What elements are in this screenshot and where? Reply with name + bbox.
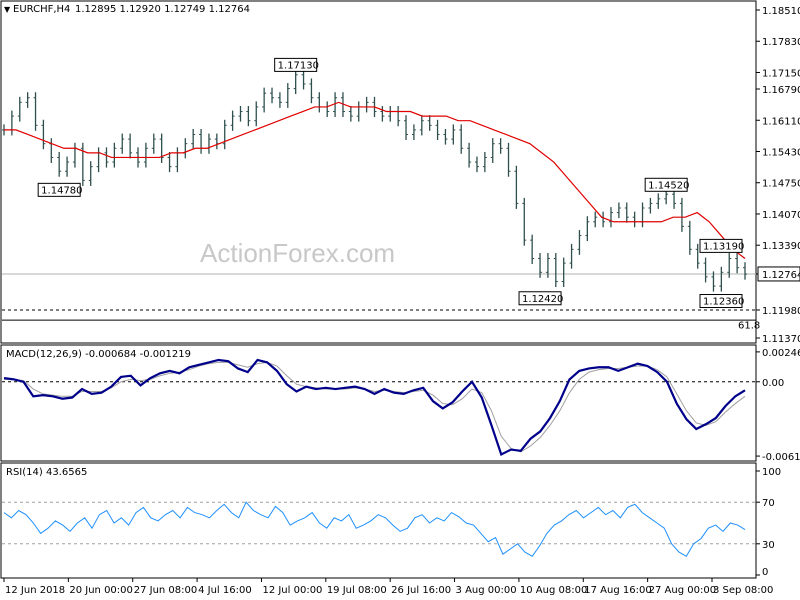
price-tick-label: 1.14750	[762, 179, 800, 190]
time-tick-label: 20 Jun 00:00	[69, 585, 133, 596]
time-tick-label: 26 Jul 16:00	[391, 585, 451, 596]
rsi-panel	[0, 462, 757, 579]
rsi-tick-label: 70	[762, 498, 775, 509]
header-ohlc: 1.12895 1.12920 1.12749 1.12764	[75, 4, 250, 15]
price-tick-label: 1.16790	[762, 85, 800, 96]
time-tick-label: 3 Aug 00:00	[456, 585, 517, 596]
macd-panel	[0, 344, 757, 462]
rsi-tick-label: 30	[762, 540, 775, 551]
watermark: ActionForex.com	[200, 238, 395, 268]
time-tick-label: 19 Jul 08:00	[327, 585, 387, 596]
time-tick-label: 17 Aug 16:00	[584, 585, 651, 596]
price-tick-label: 1.17830	[762, 37, 800, 48]
macd-tick-label: -0.006136	[762, 452, 800, 463]
time-tick-label: 10 Aug 08:00	[520, 585, 587, 596]
time-tick-label: 27 Aug 00:00	[649, 585, 716, 596]
annotation-label: 1.17130	[278, 60, 319, 71]
fib-label: 61.8	[738, 320, 760, 331]
rsi-tick-label: 100	[762, 467, 781, 478]
annotation-label: 1.14780	[41, 185, 82, 196]
time-tick-label: 3 Sep 08:00	[713, 585, 773, 596]
price-axis: 1.18510 1.17830 1.17150 1.16790 1.16110 1.154…	[756, 6, 800, 345]
price-tick-label: 1.12764	[762, 270, 800, 281]
macd-tick-label: 0.00	[762, 378, 784, 389]
price-tick-label: 1.11370	[762, 334, 800, 345]
price-tick-label: 1.18510	[762, 6, 800, 17]
header-arrow-icon: ▼	[4, 5, 11, 14]
price-panel	[0, 0, 757, 344]
time-axis: 12 Jun 2018 20 Jun 00:00 27 Jun 08:00 4 Jul…	[3, 578, 773, 596]
price-tick-label: 1.13390	[762, 241, 800, 252]
time-tick-label: 12 Jun 2018	[5, 585, 65, 596]
rsi-title: RSI(14) 43.6565	[6, 467, 87, 478]
annotation-label: 1.12420	[522, 294, 563, 305]
header-symbol: EURCHF,H4	[13, 4, 70, 15]
annotation-label: 1.13190	[703, 241, 744, 252]
time-tick-label: 27 Jun 08:00	[134, 585, 198, 596]
annotation-label: 1.14520	[648, 180, 689, 191]
rsi-tick-label: 0	[762, 567, 768, 578]
price-tick-label: 1.16110	[762, 116, 800, 127]
price-tick-label: 1.15430	[762, 147, 800, 158]
time-tick-label: 12 Jul 00:00	[262, 585, 322, 596]
macd-tick-label: 0.002469	[762, 348, 800, 359]
price-tick-label: 1.17150	[762, 68, 800, 79]
price-tick-label: 1.11980	[762, 306, 800, 317]
chart-canvas: ActionForex.com ▼ EURCHF,H4 1.12895 1.12…	[0, 0, 800, 596]
time-tick-label: 4 Jul 16:00	[198, 585, 252, 596]
annotation-label: 1.12360	[703, 297, 744, 308]
price-tick-label: 1.14070	[762, 210, 800, 221]
macd-title: MACD(12,26,9) -0.000684 -0.001219	[6, 349, 191, 360]
